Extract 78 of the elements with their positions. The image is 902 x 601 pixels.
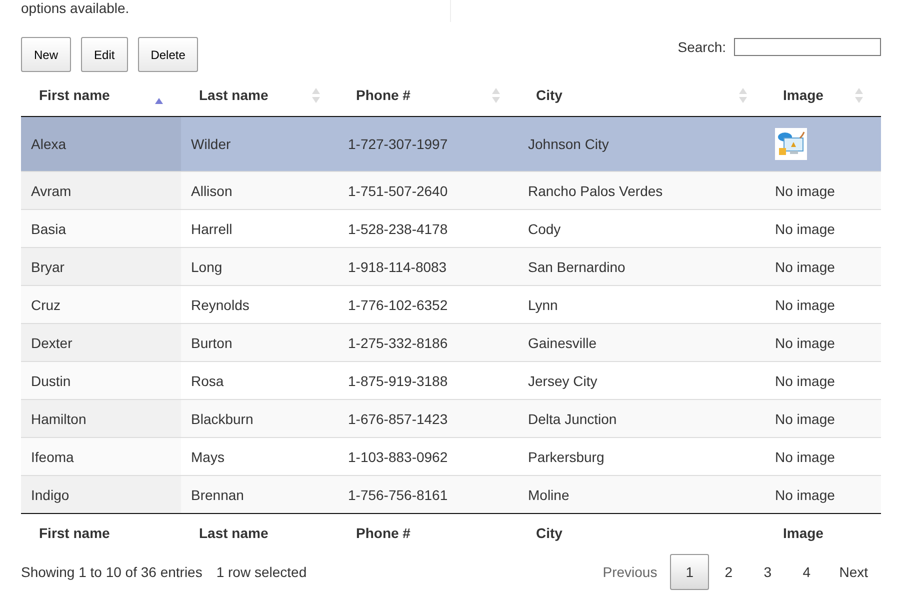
table-cell: Long <box>191 258 222 274</box>
table-cell: Parkersburg <box>528 448 604 464</box>
table-cell: No image <box>775 220 835 236</box>
table-cell: Alexa <box>31 136 66 152</box>
table-cell: Jersey City <box>528 372 598 388</box>
entries-info: Showing 1 to 10 of 36 entries <box>21 564 202 580</box>
page-button[interactable]: 3 <box>748 554 788 590</box>
table-cell: Indigo <box>31 486 70 502</box>
table-cell: 1-275-332-8186 <box>348 334 448 350</box>
table-row[interactable]: Indigo Brennan 1-756-756-8161 Moline No image <box>21 476 881 514</box>
table-cell: 1-918-114-8083 <box>348 258 447 274</box>
table-cell: Cody <box>528 220 561 236</box>
table-cell: Harrell <box>191 220 232 236</box>
search-label: Search: <box>678 39 726 55</box>
column-footer: Phone # <box>356 525 410 541</box>
table-cell: Basia <box>31 220 66 236</box>
table-cell: Hamilton <box>31 410 86 426</box>
table-cell: Brennan <box>191 486 244 502</box>
action-button[interactable]: Delete <box>138 37 198 72</box>
table-row[interactable]: Basia Harrell 1-528-238-4178 Cody No image <box>21 210 881 248</box>
intro-text: options available. <box>21 0 451 22</box>
table-cell: Bryar <box>31 258 64 274</box>
table-row[interactable]: Alexa Wilder 1-727-307-1997 Johnson City <box>21 116 881 172</box>
table-row[interactable]: Cruz Reynolds 1-776-102-6352 Lynn No image <box>21 286 881 324</box>
table-cell: 1-676-857-1423 <box>348 410 448 426</box>
table-cell: Wilder <box>191 136 231 152</box>
table-cell: No image <box>775 296 835 312</box>
table-cell: 1-751-507-2640 <box>348 182 448 198</box>
next-link[interactable]: Next <box>826 554 881 590</box>
table-cell: Rancho Palos Verdes <box>528 182 663 198</box>
page-button[interactable]: 2 <box>709 554 748 590</box>
table-cell: Burton <box>191 334 232 350</box>
table-cell: Mays <box>191 448 224 464</box>
table-cell: 1-727-307-1997 <box>348 136 448 152</box>
table-cell: Blackburn <box>191 410 254 426</box>
column-footer: First name <box>39 525 110 541</box>
table-row[interactable]: Dexter Burton 1-275-332-8186 Gainesville No image <box>21 324 881 362</box>
computer-cloud-icon <box>775 128 807 160</box>
table-cell: Gainesville <box>528 334 596 350</box>
page-button[interactable]: 1 <box>670 554 710 590</box>
table-cell: San Bernardino <box>528 258 626 274</box>
table-cell: Johnson City <box>528 136 609 152</box>
table-cell: Delta Junction <box>528 410 617 426</box>
search-field[interactable] <box>734 38 881 56</box>
table-cell: No image <box>775 448 835 464</box>
table-cell: No image <box>775 486 835 502</box>
table-cell: No image <box>775 258 835 274</box>
table-cell: No image <box>775 372 835 388</box>
table-cell: Cruz <box>31 296 61 312</box>
table-cell: 1-528-238-4178 <box>348 220 448 236</box>
table-cell: No image <box>775 334 835 350</box>
column-footer: Last name <box>199 525 268 541</box>
selection-info: 1 row selected <box>216 564 307 580</box>
table-cell: No image <box>775 182 835 198</box>
action-button[interactable]: New <box>21 37 72 72</box>
page-button[interactable]: 4 <box>787 554 826 590</box>
table-cell: Lynn <box>528 296 558 312</box>
table-cell: 1-776-102-6352 <box>348 296 448 312</box>
table-row[interactable]: Dustin Rosa 1-875-919-3188 Jersey City No image <box>21 362 881 400</box>
table-cell: 1-103-883-0962 <box>348 448 448 464</box>
table-cell: 1-756-756-8161 <box>348 486 448 502</box>
column-footer: Image <box>783 525 824 541</box>
table-row[interactable]: Ifeoma Mays 1-103-883-0962 Parkersburg No image <box>21 438 881 476</box>
table-row[interactable]: Avram Allison 1-751-507-2640 Rancho Palos Verdes No image <box>21 172 881 210</box>
table-cell: 1-875-919-3188 <box>348 372 448 388</box>
table-row[interactable]: Hamilton Blackburn 1-676-857-1423 Delta Junction No image <box>21 400 881 438</box>
action-button[interactable]: Edit <box>81 37 128 72</box>
table-cell: Allison <box>191 182 232 198</box>
table-cell: Ifeoma <box>31 448 74 464</box>
table-cell: Moline <box>528 486 570 502</box>
column-footer: City <box>536 525 562 541</box>
table-cell: Dustin <box>31 372 71 388</box>
table-cell: Rosa <box>191 372 224 388</box>
table-cell: Reynolds <box>191 296 250 312</box>
table-cell: Avram <box>31 182 72 198</box>
table-row[interactable]: Bryar Long 1-918-114-8083 San Bernardino No image <box>21 248 881 286</box>
table-cell: Dexter <box>31 334 72 350</box>
table-cell: No image <box>775 410 835 426</box>
